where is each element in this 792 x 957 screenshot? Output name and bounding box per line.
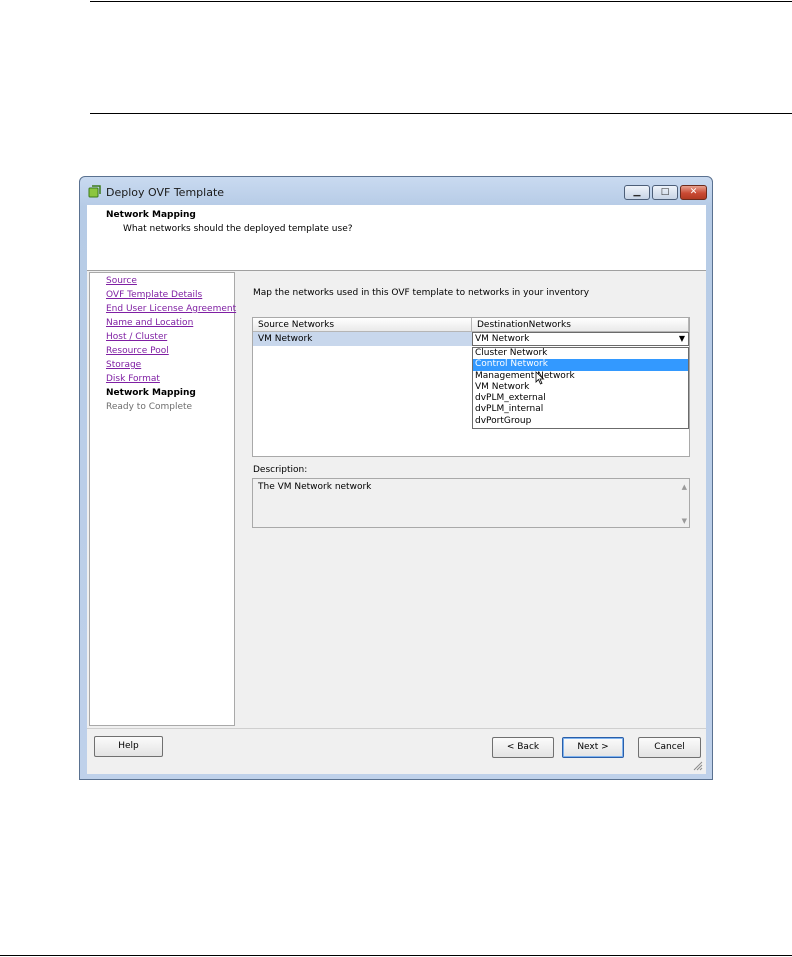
minimize-icon: ▁ <box>633 187 641 197</box>
step-resource-pool[interactable]: Resource Pool <box>106 346 169 356</box>
maximize-icon: □ <box>660 187 670 197</box>
footer-divider <box>87 728 706 729</box>
description-label: Description: <box>253 465 308 475</box>
step-storage[interactable]: Storage <box>106 360 141 370</box>
dropdown-arrow-icon[interactable]: ▼ <box>679 334 685 343</box>
description-box: The VM Network network ▲ ▼ <box>252 478 690 528</box>
wizard-header: Network Mapping What networks should the… <box>87 205 706 271</box>
close-icon: ✕ <box>689 187 698 197</box>
next-button[interactable]: Next > <box>562 737 624 758</box>
destination-network-value: VM Network <box>475 334 530 344</box>
dropdown-option-management-network[interactable]: Management Network <box>473 371 688 382</box>
step-disk-format[interactable]: Disk Format <box>106 374 160 384</box>
scroll-down-icon[interactable]: ▼ <box>682 517 687 525</box>
dropdown-option-dvplm-internal[interactable]: dvPLM_internal <box>473 404 688 415</box>
column-header-destination[interactable]: DestinationNetworks <box>472 318 689 332</box>
destination-network-dropdown: Cluster Network Control Network Manageme… <box>472 347 689 429</box>
dropdown-option-cluster-network[interactable]: Cluster Network <box>473 348 688 359</box>
cancel-button[interactable]: Cancel <box>638 737 701 758</box>
wizard-client-area: Network Mapping What networks should the… <box>87 205 706 774</box>
destination-network-select[interactable]: VM Network ▼ <box>472 332 689 346</box>
mapping-instruction: Map the networks used in this OVF templa… <box>253 288 590 298</box>
dropdown-option-dvplm-external[interactable]: dvPLM_external <box>473 393 688 404</box>
dropdown-option-control-network[interactable]: Control Network <box>473 359 688 371</box>
back-button[interactable]: < Back <box>492 737 554 758</box>
bottom-rule <box>0 955 792 956</box>
ovf-deploy-icon <box>88 185 101 198</box>
wizard-steps: Source OVF Template Details End User Lic… <box>89 272 236 726</box>
step-ovf-template-details[interactable]: OVF Template Details <box>106 290 202 300</box>
window-title: Deploy OVF Template <box>106 186 225 199</box>
step-network-mapping: Network Mapping <box>106 388 196 398</box>
resize-grip-icon[interactable] <box>692 760 703 771</box>
page-subtitle: What networks should the deployed templa… <box>123 224 353 234</box>
scroll-up-icon[interactable]: ▲ <box>682 483 687 491</box>
help-button[interactable]: Help <box>94 736 163 757</box>
header-rule <box>90 113 792 114</box>
step-name-location[interactable]: Name and Location <box>106 318 193 328</box>
network-mapping-table: Source Networks DestinationNetworks VM N… <box>252 317 690 457</box>
step-eula[interactable]: End User License Agreement <box>106 304 236 314</box>
title-bar[interactable]: Deploy OVF Template ▁ □ ✕ <box>80 177 712 207</box>
step-source[interactable]: Source <box>106 276 137 286</box>
page-title: Network Mapping <box>106 210 196 220</box>
top-rule <box>90 1 792 2</box>
column-header-source[interactable]: Source Networks <box>253 318 472 332</box>
dropdown-option-dvportgroup[interactable]: dvPortGroup <box>473 416 688 427</box>
table-row-source-cell[interactable]: VM Network <box>253 332 472 346</box>
step-ready-to-complete: Ready to Complete <box>106 402 193 412</box>
deploy-ovf-window: Deploy OVF Template ▁ □ ✕ Network Mappin… <box>79 176 713 780</box>
description-text: The VM Network network <box>258 482 372 492</box>
dropdown-option-vm-network[interactable]: VM Network <box>473 382 688 393</box>
maximize-button[interactable]: □ <box>652 185 678 200</box>
mouse-pointer-icon <box>535 371 545 385</box>
minimize-button[interactable]: ▁ <box>624 185 650 200</box>
close-button[interactable]: ✕ <box>680 185 707 200</box>
step-host-cluster[interactable]: Host / Cluster <box>106 332 167 342</box>
